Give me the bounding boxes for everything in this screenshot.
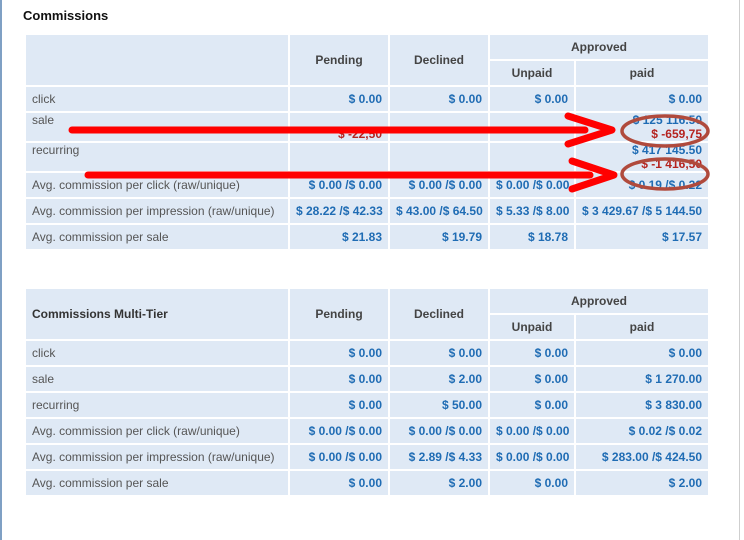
row-label: recurring bbox=[26, 393, 288, 417]
cell-declined: $ 0.00 /$ 0.00 bbox=[390, 419, 488, 443]
cell-paid: $ 417 145.50 $ -1 416,50 bbox=[576, 143, 709, 171]
negative-value: $ -1 416,50 bbox=[641, 157, 703, 171]
table-row: sale $ 0.00 $ 2.00 $ 0.00 $ 1 270.00 bbox=[26, 367, 709, 391]
header-unpaid: Unpaid bbox=[490, 315, 574, 339]
row-label: Avg. commission per click (raw/unique) bbox=[26, 419, 288, 443]
cell-pending: $ 0.00 bbox=[290, 471, 388, 495]
cell-pending: $ 0.00 bbox=[290, 367, 388, 391]
paid-value: $ 125 116.50 bbox=[632, 113, 703, 127]
cell-unpaid: $ 0.00 bbox=[490, 87, 574, 111]
row-label: recurring bbox=[26, 143, 288, 171]
cell-declined: $ 0.00 /$ 0.00 bbox=[390, 173, 488, 197]
cell-paid: $ 17.57 bbox=[576, 225, 709, 249]
cell-unpaid: $ 0.00 bbox=[490, 367, 574, 391]
table-row: recurring $ 417 145.50 $ -1 416,50 bbox=[26, 143, 709, 171]
cell-declined: $ 2.00 bbox=[390, 367, 488, 391]
multitier-title: Commissions Multi-Tier bbox=[26, 289, 288, 339]
cell-pending: $ 0.00 bbox=[290, 393, 388, 417]
table-row: Avg. commission per click (raw/unique) $… bbox=[26, 419, 709, 443]
table-row: sale $ -22,50 $ 125 116.50 $ -659,75 bbox=[26, 113, 709, 141]
cell-paid: $ 283.00 /$ 424.50 bbox=[576, 445, 709, 469]
row-label: sale bbox=[26, 367, 288, 391]
header-row: Pending Declined Approved bbox=[26, 35, 709, 85]
table-row: click $ 0.00 $ 0.00 $ 0.00 $ 0.00 bbox=[26, 341, 709, 365]
cell-pending: $ 0.00 bbox=[290, 341, 388, 365]
obscured-value bbox=[379, 113, 382, 127]
table-row: recurring $ 0.00 $ 50.00 $ 0.00 $ 3 830.… bbox=[26, 393, 709, 417]
row-label: click bbox=[26, 87, 288, 111]
cell-declined: $ 19.79 bbox=[390, 225, 488, 249]
left-border bbox=[0, 0, 2, 540]
header-paid: paid bbox=[576, 61, 709, 85]
cell-unpaid: $ 0.00 /$ 0.00 bbox=[490, 173, 574, 197]
cell-unpaid: $ 18.78 bbox=[490, 225, 574, 249]
row-label: Avg. commission per impression (raw/uniq… bbox=[26, 445, 288, 469]
cell-declined bbox=[390, 143, 488, 171]
cell-pending: $ 21.83 bbox=[290, 225, 388, 249]
cell-paid: $ 0.19 /$ 0.22 bbox=[576, 173, 709, 197]
negative-value: $ -659,75 bbox=[651, 127, 703, 141]
cell-declined: $ 0.00 bbox=[390, 87, 488, 111]
table-row: Avg. commission per sale $ 21.83 $ 19.79… bbox=[26, 225, 709, 249]
header-row: Commissions Multi-Tier Pending Declined … bbox=[26, 289, 709, 339]
cell-declined bbox=[390, 113, 488, 141]
cell-unpaid bbox=[490, 113, 574, 141]
table-row: Avg. commission per impression (raw/uniq… bbox=[26, 445, 709, 469]
row-label: sale bbox=[26, 113, 288, 141]
cell-paid: $ 3 429.67 /$ 5 144.50 bbox=[576, 199, 709, 223]
header-declined: Declined bbox=[390, 289, 488, 339]
cell-declined: $ 2.00 bbox=[390, 471, 488, 495]
cell-declined: $ 0.00 bbox=[390, 341, 488, 365]
header-approved: Approved bbox=[490, 35, 709, 59]
negative-value: $ -22,50 bbox=[337, 127, 382, 141]
cell-paid: $ 0.02 /$ 0.02 bbox=[576, 419, 709, 443]
row-label: click bbox=[26, 341, 288, 365]
cell-paid: $ 125 116.50 $ -659,75 bbox=[576, 113, 709, 141]
cell-paid: $ 1 270.00 bbox=[576, 367, 709, 391]
header-approved: Approved bbox=[490, 289, 709, 313]
cell-pending bbox=[290, 143, 388, 171]
row-label: Avg. commission per sale bbox=[26, 471, 288, 495]
right-border bbox=[739, 0, 740, 540]
cell-pending: $ 0.00 /$ 0.00 bbox=[290, 445, 388, 469]
cell-pending: $ 0.00 /$ 0.00 bbox=[290, 419, 388, 443]
commissions-title: Commissions bbox=[23, 8, 109, 23]
cell-paid: $ 0.00 bbox=[576, 87, 709, 111]
table-row: Avg. commission per impression (raw/uniq… bbox=[26, 199, 709, 223]
paid-value: $ 417 145.50 bbox=[631, 143, 703, 157]
cell-unpaid: $ 0.00 /$ 0.00 bbox=[490, 419, 574, 443]
cell-unpaid: $ 0.00 bbox=[490, 471, 574, 495]
header-blank bbox=[26, 35, 288, 85]
row-label: Avg. commission per click (raw/unique) bbox=[26, 173, 288, 197]
cell-unpaid: $ 0.00 bbox=[490, 393, 574, 417]
table-row: click $ 0.00 $ 0.00 $ 0.00 $ 0.00 bbox=[26, 87, 709, 111]
header-pending: Pending bbox=[290, 289, 388, 339]
cell-unpaid bbox=[490, 143, 574, 171]
cell-declined: $ 50.00 bbox=[390, 393, 488, 417]
cell-paid: $ 2.00 bbox=[576, 471, 709, 495]
cell-pending: $ -22,50 bbox=[290, 113, 388, 141]
header-pending: Pending bbox=[290, 35, 388, 85]
cell-declined: $ 43.00 /$ 64.50 bbox=[390, 199, 488, 223]
cell-unpaid: $ 0.00 bbox=[490, 341, 574, 365]
cell-unpaid: $ 5.33 /$ 8.00 bbox=[490, 199, 574, 223]
commissions-table: Pending Declined Approved Unpaid paid cl… bbox=[24, 33, 710, 251]
cell-declined: $ 2.89 /$ 4.33 bbox=[390, 445, 488, 469]
row-label: Avg. commission per impression (raw/uniq… bbox=[26, 199, 288, 223]
header-paid: paid bbox=[576, 315, 709, 339]
table-row: Avg. commission per sale $ 0.00 $ 2.00 $… bbox=[26, 471, 709, 495]
row-label: Avg. commission per sale bbox=[26, 225, 288, 249]
cell-pending: $ 28.22 /$ 42.33 bbox=[290, 199, 388, 223]
header-unpaid: Unpaid bbox=[490, 61, 574, 85]
multitier-table: Commissions Multi-Tier Pending Declined … bbox=[24, 287, 710, 497]
cell-pending: $ 0.00 bbox=[290, 87, 388, 111]
cell-paid: $ 3 830.00 bbox=[576, 393, 709, 417]
table-row: Avg. commission per click (raw/unique) $… bbox=[26, 173, 709, 197]
cell-unpaid: $ 0.00 /$ 0.00 bbox=[490, 445, 574, 469]
header-declined: Declined bbox=[390, 35, 488, 85]
cell-pending: $ 0.00 /$ 0.00 bbox=[290, 173, 388, 197]
cell-paid: $ 0.00 bbox=[576, 341, 709, 365]
